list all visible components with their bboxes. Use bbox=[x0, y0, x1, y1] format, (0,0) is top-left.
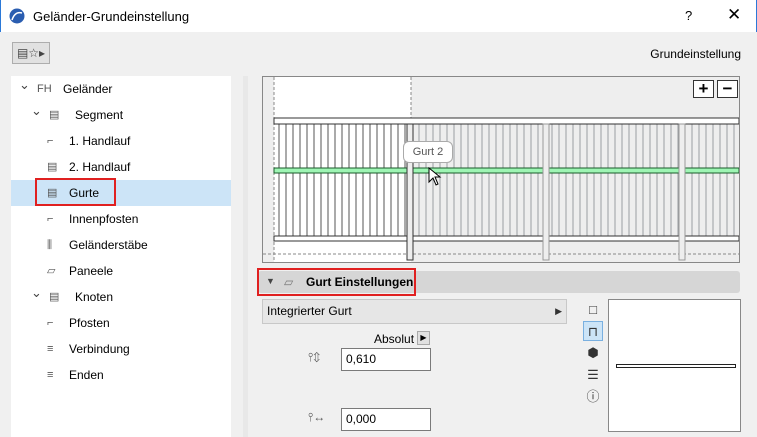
tree-item-label: Verbindung bbox=[69, 342, 130, 356]
tree-item[interactable]: ≡ Verbindung bbox=[11, 336, 231, 362]
splitter[interactable] bbox=[243, 76, 248, 437]
dropdown-value: Integrierter Gurt bbox=[267, 304, 352, 318]
tree-item[interactable]: ⌄ ▤ Knoten bbox=[11, 284, 231, 310]
reference-mode-button[interactable]: ▶ bbox=[417, 331, 430, 345]
title-bar: Geländer-Grundeinstellung ? ✕ bbox=[0, 0, 757, 32]
tree-item-label: 1. Handlauf bbox=[69, 134, 131, 148]
tree-item-label: Knoten bbox=[75, 290, 114, 304]
tree-item-label: Paneele bbox=[69, 264, 114, 278]
chevron-down-icon[interactable]: ⌄ bbox=[31, 98, 42, 124]
tree-node-icon: ▤ bbox=[49, 109, 60, 121]
reference-mode-label: Absolut bbox=[374, 332, 415, 346]
app-logo-icon bbox=[9, 8, 25, 24]
plan-view-icon[interactable]: □ bbox=[583, 300, 603, 320]
tree-item[interactable]: ⌄ ▤ Segment bbox=[11, 102, 231, 128]
tree-item[interactable]: ≡ Enden bbox=[11, 362, 231, 388]
elevation-view-icon[interactable]: ☰ bbox=[583, 365, 603, 385]
3d-view-icon[interactable]: ⬢ bbox=[583, 343, 603, 363]
tree-item[interactable]: ▤ 2. Handlauf bbox=[11, 154, 231, 180]
height-dimension-icon: ⫯⇕ bbox=[308, 350, 321, 364]
tree-item-label: 2. Handlauf bbox=[69, 160, 131, 174]
offset-dimension-icon: ⫯↔ bbox=[308, 410, 326, 424]
help-button[interactable]: ? bbox=[685, 8, 692, 23]
tree-item-label: Geländer bbox=[63, 82, 113, 96]
highlight-box bbox=[257, 268, 416, 296]
railing-star-icon: ▤☆▸ bbox=[16, 46, 46, 60]
zoom-in-button[interactable]: + bbox=[693, 80, 714, 98]
tree-item[interactable]: ⫼ Geländerstäbe bbox=[11, 232, 231, 258]
mode-label: Grundeinstellung bbox=[650, 47, 741, 61]
rail-profile-line bbox=[616, 364, 736, 368]
section-view-icon[interactable]: ⊓ bbox=[583, 321, 603, 341]
bottom-rail bbox=[273, 235, 739, 242]
settings-tree: ⌄ FH Geländer ⌄ ▤ Segment ⌐ 1. Handlauf ▤ 2. Hand… bbox=[11, 76, 231, 437]
tree-item[interactable]: ⌐ 1. Handlauf bbox=[11, 128, 231, 154]
highlighted-rail bbox=[273, 167, 739, 174]
tree-item-label: Segment bbox=[75, 108, 124, 122]
tree-node-icon: ▤ bbox=[47, 161, 58, 173]
info-icon[interactable]: ⓘ bbox=[583, 387, 603, 407]
post bbox=[542, 123, 550, 261]
tree-item[interactable]: ▱ Paneele bbox=[11, 258, 231, 284]
chevron-down-icon[interactable]: ⌄ bbox=[19, 72, 30, 98]
favorites-button[interactable]: ▤☆▸ bbox=[12, 42, 50, 64]
tree-node-icon: ⌐ bbox=[47, 213, 54, 225]
tree-node-icon: ⌐ bbox=[47, 135, 54, 147]
tree-item[interactable]: ⌄ FH Geländer bbox=[11, 76, 231, 102]
post bbox=[678, 123, 686, 261]
tree-node-icon: ⫼ bbox=[47, 239, 53, 251]
window-title: Geländer-Grundeinstellung bbox=[33, 9, 190, 24]
tree-node-icon: ≡ bbox=[47, 369, 54, 381]
rail-type-dropdown[interactable]: Integrierter Gurt ▶ bbox=[262, 299, 567, 324]
tree-node-icon: ≡ bbox=[47, 343, 54, 355]
railing-preview[interactable]: + − bbox=[262, 76, 740, 263]
tree-item-label: Innenpfosten bbox=[69, 212, 139, 226]
profile-preview bbox=[608, 299, 741, 432]
tree-node-icon: FH bbox=[37, 83, 52, 95]
handrail-top bbox=[273, 117, 739, 125]
tree-node-icon: ▱ bbox=[47, 265, 56, 277]
height-input[interactable]: 0,610 bbox=[341, 348, 431, 371]
offset-input[interactable]: 0,000 bbox=[341, 408, 431, 431]
tree-item-label: Pfosten bbox=[69, 316, 110, 330]
tree-item-label: Geländerstäbe bbox=[69, 238, 148, 252]
chevron-right-icon: ▶ bbox=[555, 306, 562, 316]
tree-node-icon: ▤ bbox=[49, 291, 60, 303]
tree-item-label: Enden bbox=[69, 368, 104, 382]
highlight-box bbox=[35, 178, 116, 206]
zoom-out-button[interactable]: − bbox=[717, 80, 738, 98]
chevron-down-icon[interactable]: ⌄ bbox=[31, 280, 42, 306]
close-button[interactable]: ✕ bbox=[727, 5, 741, 25]
tree-item[interactable]: ⌐ Innenpfosten bbox=[11, 206, 231, 232]
element-tooltip: Gurt 2 bbox=[403, 141, 453, 163]
tree-node-icon: ⌐ bbox=[47, 317, 54, 329]
tree-item[interactable]: ⌐ Pfosten bbox=[11, 310, 231, 336]
railing-drawing bbox=[263, 77, 739, 262]
mouse-cursor-icon bbox=[428, 167, 442, 186]
